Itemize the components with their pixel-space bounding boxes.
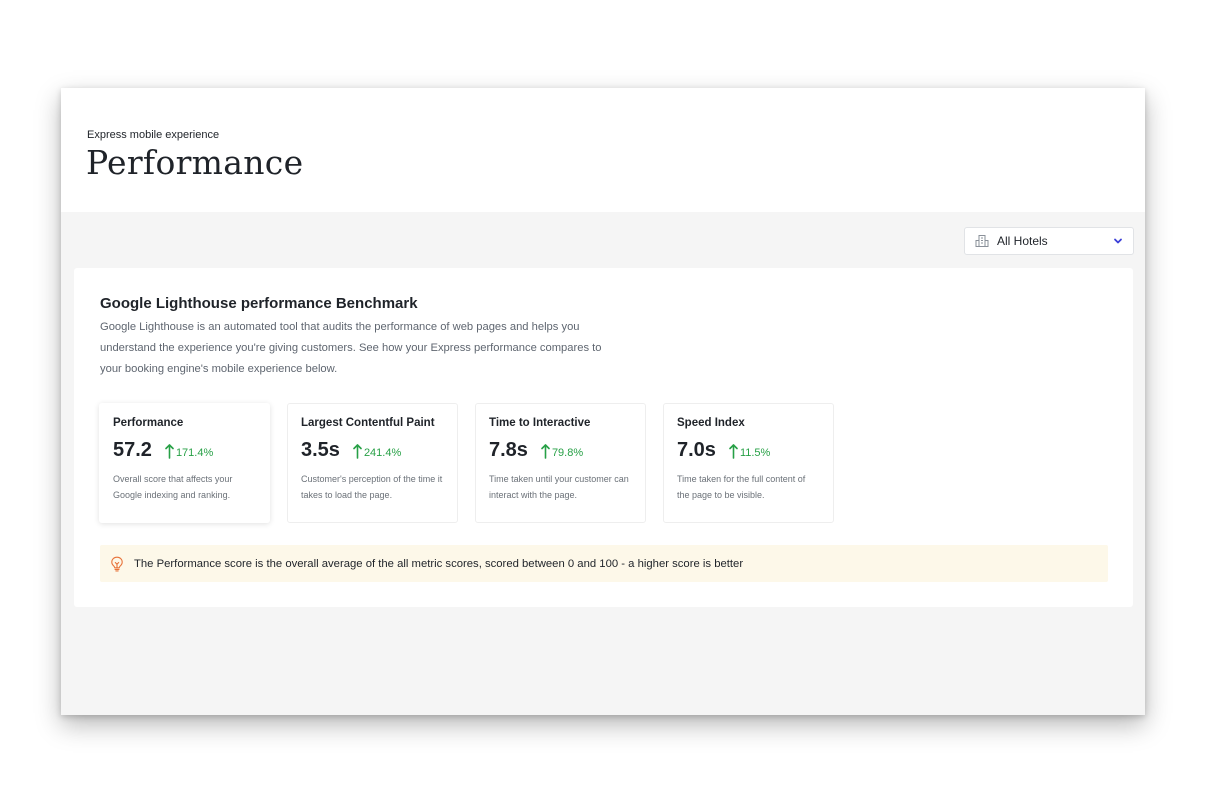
metric-change: 11.5% <box>739 447 771 459</box>
metric-card-time-to-interactive[interactable]: Time to Interactive 7.8s 79.8% Time take… <box>475 403 646 523</box>
metric-change: 79.8% <box>551 447 584 459</box>
page-header: Express mobile experience Performance <box>61 88 1145 212</box>
metric-value: 7.0s <box>677 439 716 461</box>
metric-value: 7.8s <box>489 439 528 461</box>
metric-card-performance[interactable]: Performance 57.2 171.4% Overall score th… <box>99 403 270 523</box>
metric-description: Time taken for the full content of the p… <box>677 474 806 500</box>
metric-value: 3.5s <box>301 439 340 461</box>
lightbulb-icon <box>110 556 124 572</box>
chevron-down-icon <box>1113 236 1123 246</box>
app-window: Express mobile experience Performance Al… <box>61 88 1145 715</box>
arrow-up-icon <box>729 443 738 459</box>
metric-name: Largest Contentful Paint <box>301 417 435 429</box>
hotel-building-icon <box>975 234 989 248</box>
benchmark-description: Google Lighthouse is an automated tool t… <box>100 321 602 375</box>
hotel-filter-dropdown[interactable]: All Hotels <box>964 227 1134 255</box>
page-title: Performance <box>86 143 304 182</box>
metric-description: Customer's perception of the time it tak… <box>301 474 443 500</box>
metric-name: Time to Interactive <box>489 417 591 429</box>
metric-cards: Performance 57.2 171.4% Overall score th… <box>99 403 834 523</box>
benchmark-title: Google Lighthouse performance Benchmark <box>100 295 418 312</box>
metric-name: Performance <box>113 417 184 429</box>
metric-card-speed-index[interactable]: Speed Index 7.0s 11.5% Time taken for th… <box>663 403 834 523</box>
metric-name: Speed Index <box>677 417 745 429</box>
arrow-up-icon <box>353 443 362 459</box>
hotel-filter-value: All Hotels <box>997 234 1048 248</box>
page-eyebrow: Express mobile experience <box>87 129 220 141</box>
metric-change: 241.4% <box>363 447 402 459</box>
metric-card-largest-contentful-paint[interactable]: Largest Contentful Paint 3.5s 241.4% Cus… <box>287 403 458 523</box>
benchmark-card: Google Lighthouse performance Benchmark … <box>74 268 1133 607</box>
metric-change: 171.4% <box>175 447 214 459</box>
info-text: The Performance score is the overall ave… <box>134 557 744 570</box>
arrow-up-icon <box>541 443 550 459</box>
arrow-up-icon <box>165 443 174 459</box>
info-banner: The Performance score is the overall ave… <box>100 545 1108 582</box>
metric-description: Overall score that affects your Google i… <box>113 474 233 500</box>
metric-value: 57.2 <box>113 439 152 461</box>
metric-description: Time taken until your customer can inter… <box>489 474 629 500</box>
